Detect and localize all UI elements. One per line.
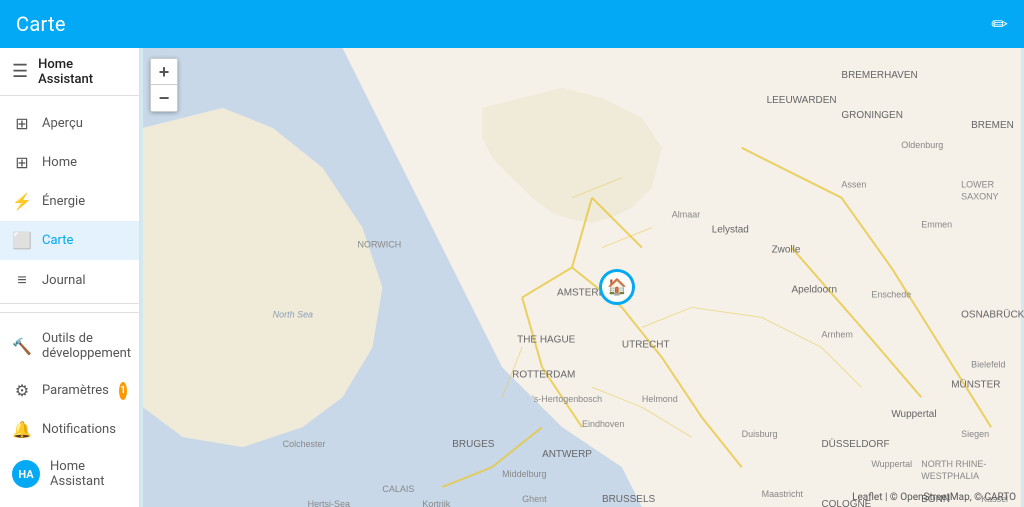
footer-item-home-assistant[interactable]: HA Home Assistant	[0, 449, 139, 499]
svg-text:Wuppertal: Wuppertal	[891, 409, 936, 420]
svg-text:Bielefeld: Bielefeld	[971, 359, 1005, 369]
sidebar-item-journal[interactable]: ≡ Journal	[0, 260, 139, 295]
map-attribution: Leaflet | © OpenStreetMap, © CARTO	[852, 492, 1016, 503]
footer-label-notifications: Notifications	[42, 422, 116, 437]
svg-text:NORTH RHINE-: NORTH RHINE-	[921, 459, 986, 469]
map-background: BREMERHAVEN BREMEN LOWER SAXONY LEEUWARD…	[140, 48, 1024, 507]
sidebar-label-energie: Énergie	[42, 194, 85, 209]
sidebar-item-energie[interactable]: ⚡ Énergie	[0, 182, 139, 221]
dev-tools-icon: 🔨	[12, 337, 32, 356]
sidebar-header: ☰ Home Assistant	[0, 48, 139, 96]
map-container: BREMERHAVEN BREMEN LOWER SAXONY LEEUWARD…	[140, 48, 1024, 507]
location-marker[interactable]: 🏠	[599, 269, 635, 305]
svg-text:Oldenburg: Oldenburg	[901, 140, 943, 150]
sidebar-item-home[interactable]: ⊞ Home	[0, 143, 139, 182]
energie-icon: ⚡	[12, 192, 32, 211]
hamburger-icon[interactable]: ☰	[12, 61, 28, 82]
svg-text:LEEUWARDEN: LEEUWARDEN	[767, 95, 837, 106]
svg-text:Hertsi-Sea: Hertsi-Sea	[308, 499, 350, 507]
svg-text:NORWICH: NORWICH	[357, 240, 401, 250]
svg-text:UTRECHT: UTRECHT	[622, 339, 670, 350]
svg-text:OSNABRÜCK: OSNABRÜCK	[961, 309, 1024, 320]
notifications-icon: 🔔	[12, 420, 32, 439]
avatar: HA	[12, 460, 40, 488]
footer-label-parametres: Paramètres	[42, 383, 109, 398]
edit-icon[interactable]: ✏	[991, 12, 1008, 36]
parametres-icon: ⚙	[12, 381, 32, 400]
svg-text:THE HAGUE: THE HAGUE	[517, 334, 576, 345]
footer-label-dev-tools: Outils de développement	[42, 331, 131, 361]
svg-text:ANTWERP: ANTWERP	[542, 449, 592, 460]
marker-icon: 🏠	[599, 269, 635, 305]
svg-text:LOWER: LOWER	[961, 180, 994, 190]
svg-text:Emmen: Emmen	[921, 220, 952, 230]
svg-text:CALAIS: CALAIS	[382, 484, 414, 494]
svg-text:Siegen: Siegen	[961, 429, 989, 439]
sidebar-divider	[0, 303, 139, 304]
footer-item-dev-tools[interactable]: 🔨 Outils de développement	[0, 321, 139, 371]
svg-text:Lelystad: Lelystad	[712, 225, 749, 236]
svg-text:BREMERHAVEN: BREMERHAVEN	[841, 70, 917, 81]
svg-text:Maastricht: Maastricht	[762, 489, 804, 499]
home-icon: ⊞	[12, 153, 32, 172]
carte-icon: ⬜	[12, 231, 32, 250]
footer-item-notifications[interactable]: 🔔 Notifications	[0, 410, 139, 449]
sidebar-label-apercu: Aperçu	[42, 116, 83, 131]
svg-text:'s-Hertogenbosch: 's-Hertogenbosch	[532, 394, 602, 404]
sidebar-label-home: Home	[42, 155, 77, 170]
svg-text:Arnhem: Arnhem	[821, 329, 852, 339]
zoom-out-button[interactable]: −	[151, 85, 177, 111]
svg-text:North Sea: North Sea	[273, 309, 313, 319]
svg-text:SAXONY: SAXONY	[961, 192, 998, 202]
sidebar-item-apercu[interactable]: ⊞ Aperçu	[0, 104, 139, 143]
sidebar-label-journal: Journal	[42, 273, 86, 288]
svg-text:Enschede: Enschede	[871, 289, 911, 299]
footer-item-parametres[interactable]: ⚙ Paramètres 1	[0, 371, 139, 410]
svg-text:Kortrijk: Kortrijk	[422, 499, 450, 507]
zoom-in-button[interactable]: +	[151, 59, 177, 85]
page-title: Carte	[16, 12, 66, 36]
journal-icon: ≡	[12, 270, 32, 290]
sidebar-label-carte: Carte	[42, 233, 73, 248]
svg-text:Wuppertal: Wuppertal	[871, 459, 912, 469]
svg-text:Eindhoven: Eindhoven	[582, 419, 624, 429]
svg-text:Apeldoorn: Apeldoorn	[792, 284, 837, 295]
svg-text:MÜNSTER: MÜNSTER	[951, 379, 1000, 390]
svg-text:Almaar: Almaar	[672, 210, 700, 220]
svg-text:Middelburg: Middelburg	[502, 469, 546, 479]
sidebar: ☰ Home Assistant ⊞ Aperçu ⊞ Home ⚡ Énergie ⬜ Ca…	[0, 48, 140, 507]
svg-text:Colchester: Colchester	[283, 439, 326, 449]
sidebar-nav: ⊞Aperçu⊞Home⚡Énergie⬜Carte≡Journal▦Histo…	[0, 96, 139, 295]
sidebar-item-carte[interactable]: ⬜ Carte	[0, 221, 139, 260]
svg-text:Duisburg: Duisburg	[742, 429, 778, 439]
app-header: Carte ✏	[0, 0, 1024, 48]
svg-text:Helmond: Helmond	[642, 394, 678, 404]
sidebar-brand: Home Assistant	[38, 57, 127, 87]
footer-label-home-assistant: Home Assistant	[50, 459, 127, 489]
apercu-icon: ⊞	[12, 114, 32, 133]
svg-text:GRONINGEN: GRONINGEN	[841, 110, 902, 121]
main-layout: ☰ Home Assistant ⊞ Aperçu ⊞ Home ⚡ Énergie ⬜ Ca…	[0, 48, 1024, 507]
svg-text:Zwolle: Zwolle	[772, 245, 801, 256]
svg-text:ROTTERDAM: ROTTERDAM	[512, 369, 575, 380]
notification-badge: 1	[119, 382, 127, 400]
svg-text:Ghent: Ghent	[522, 494, 547, 504]
svg-text:BREMEN: BREMEN	[971, 120, 1014, 131]
map-zoom-controls: + −	[150, 58, 178, 112]
svg-text:BRUGES: BRUGES	[452, 439, 494, 450]
svg-text:BRUSSELS: BRUSSELS	[602, 494, 656, 505]
svg-text:Assen: Assen	[841, 180, 866, 190]
svg-text:DÜSSELDORF: DÜSSELDORF	[821, 439, 889, 450]
map-svg: BREMERHAVEN BREMEN LOWER SAXONY LEEUWARD…	[140, 48, 1024, 507]
svg-text:WESTPHALIA: WESTPHALIA	[921, 471, 979, 481]
sidebar-footer: 🔨 Outils de développement ⚙ Paramètres 1 🔔 Not…	[0, 312, 139, 507]
